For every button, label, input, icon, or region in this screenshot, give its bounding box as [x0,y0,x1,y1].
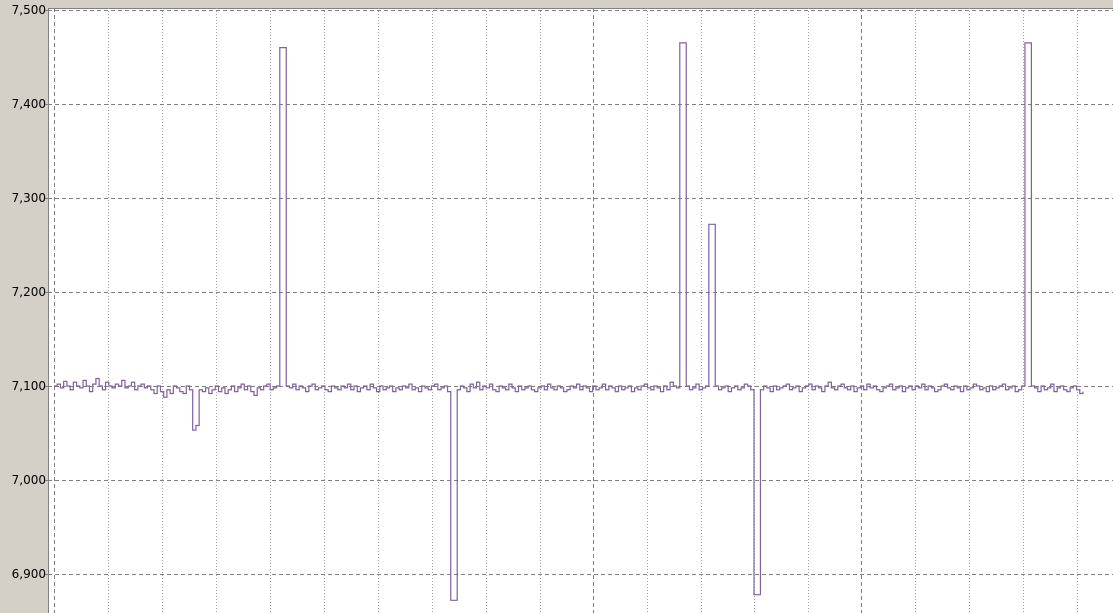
y-tick-label: 7,300 [12,191,46,205]
chart: 7,500 7,400 7,300 7,200 7,100 7,000 6,900 [0,0,1113,613]
line-chart-svg: 7,500 7,400 7,300 7,200 7,100 7,000 6,900 [12,3,1113,613]
y-tick-label: 7,500 [12,3,46,17]
plot-area [48,8,1113,613]
y-tick-label: 7,000 [12,473,46,487]
y-tick-label: 7,100 [12,379,46,393]
y-tick-label: 7,200 [12,285,46,299]
y-tick-label: 6,900 [12,567,46,581]
y-axis-ticks: 7,500 7,400 7,300 7,200 7,100 7,000 6,900 [12,3,48,581]
y-tick-label: 7,400 [12,97,46,111]
